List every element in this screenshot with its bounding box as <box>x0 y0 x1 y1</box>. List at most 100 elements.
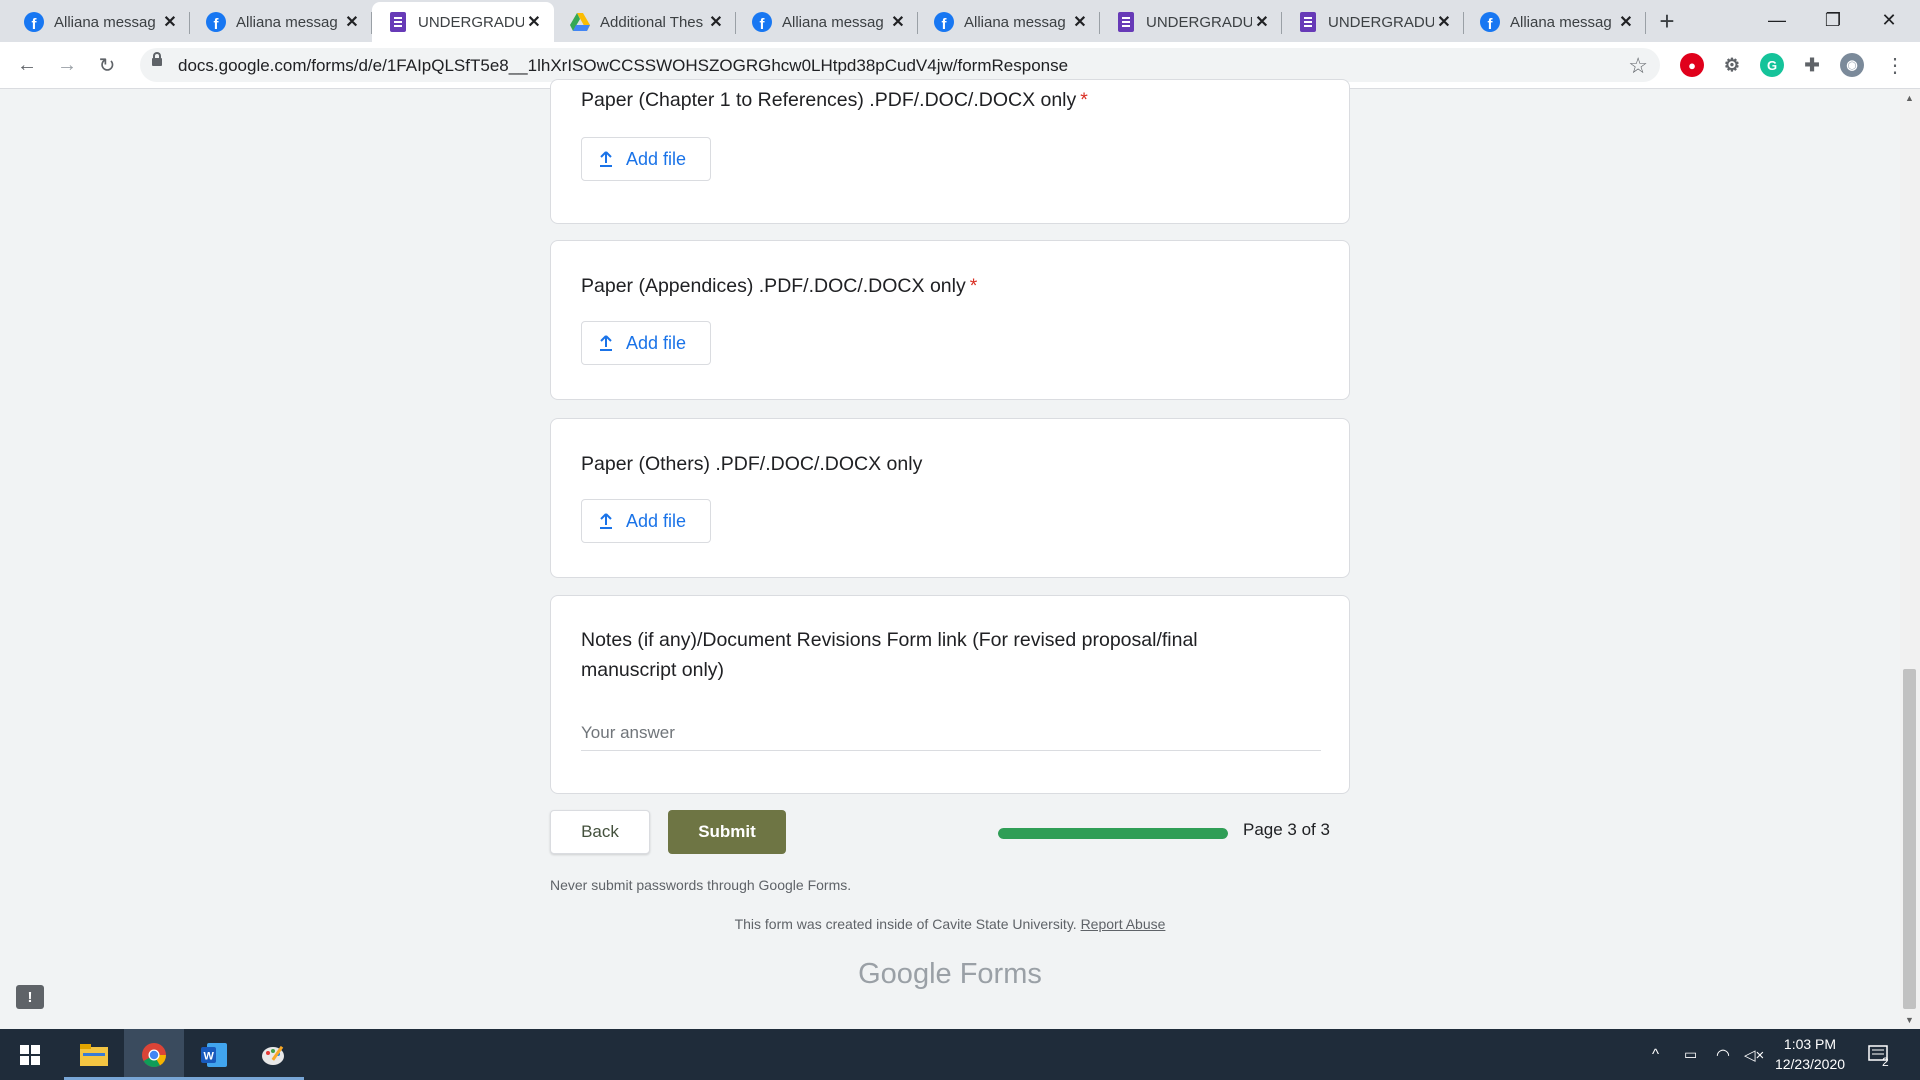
battery-icon[interactable]: ▭ <box>1684 1029 1697 1080</box>
google-forms-icon <box>388 12 408 32</box>
submit-button[interactable]: Submit <box>668 810 786 854</box>
url-text[interactable]: docs.google.com/forms/d/e/1FAIpQLSfT5e8_… <box>178 56 1068 76</box>
add-file-label: Add file <box>626 510 687 531</box>
question-title: Paper (Appendices) .PDF/.DOC/.DOCX only * <box>581 275 978 297</box>
volume-muted-icon[interactable]: ◁× <box>1744 1029 1764 1080</box>
minimize-button[interactable]: — <box>1754 4 1800 36</box>
tab-title: Alliana messag <box>964 13 1066 31</box>
grammarly-icon[interactable]: G <box>1760 53 1784 77</box>
close-tab-icon[interactable]: ✕ <box>1252 12 1272 32</box>
progress-bar <box>998 828 1228 839</box>
system-clock[interactable]: 1:03 PM 12/23/2020 <box>1765 1034 1855 1074</box>
upload-icon <box>600 151 612 167</box>
menu-kebab-icon[interactable]: ⋮ <box>1880 50 1910 80</box>
close-tab-icon[interactable]: ✕ <box>1434 12 1454 32</box>
show-hidden-icons-icon[interactable]: ^ <box>1652 1029 1659 1080</box>
file-explorer-icon[interactable] <box>64 1029 124 1080</box>
extension-icon[interactable]: ⚙ <box>1720 53 1744 77</box>
clock-date: 12/23/2020 <box>1774 1056 1846 1072</box>
tab-title: UNDERGRADU <box>1146 13 1252 31</box>
form-page: Paper (Chapter 1 to References) .PDF/.DO… <box>0 79 1900 1029</box>
windows-taskbar: W ^ ▭ ◠ ◁× 1:03 PM 12/23/2020 2 <box>0 1029 1920 1080</box>
scroll-down-arrow-icon[interactable]: ▼ <box>1905 1015 1914 1025</box>
close-tab-icon[interactable]: ✕ <box>342 12 362 32</box>
google-forms-icon <box>1116 12 1136 32</box>
question-card: Paper (Appendices) .PDF/.DOC/.DOCX only *… <box>550 240 1350 400</box>
facebook-icon: f <box>206 12 226 32</box>
tab-title: Alliana messag <box>1510 13 1612 31</box>
new-tab-button[interactable]: + <box>1654 8 1680 34</box>
add-file-label: Add file <box>626 148 687 169</box>
back-button[interactable]: Back <box>550 810 650 854</box>
reload-icon[interactable]: ↻ <box>92 50 122 80</box>
footer-text: This form was created inside of Cavite S… <box>734 916 1077 932</box>
tab-strip: f Alliana messag ✕ f Alliana messag ✕ UN… <box>0 0 1920 42</box>
scrollbar-thumb[interactable] <box>1903 669 1916 1009</box>
upload-icon <box>600 513 612 529</box>
close-tab-icon[interactable]: ✕ <box>1616 12 1636 32</box>
scroll-up-arrow-icon[interactable]: ▲ <box>1905 93 1914 103</box>
notification-center-icon[interactable]: 2 <box>1868 1029 1889 1080</box>
add-file-label: Add file <box>626 332 687 353</box>
close-tab-icon[interactable]: ✕ <box>888 12 908 32</box>
progress-bar-fill <box>998 828 1228 839</box>
close-window-button[interactable]: ✕ <box>1866 4 1912 36</box>
page-scrollbar[interactable]: ▲ ▼ <box>1900 89 1920 1029</box>
close-tab-icon[interactable]: ✕ <box>160 12 180 32</box>
browser-tab-active[interactable]: UNDERGRADU ✕ <box>372 2 554 42</box>
tab-title: Alliana messag <box>782 13 884 31</box>
add-file-button[interactable]: Add file <box>581 137 711 181</box>
add-file-button[interactable]: Add file <box>581 321 711 365</box>
close-tab-icon[interactable]: ✕ <box>706 12 726 32</box>
adblock-extension-icon[interactable]: ● <box>1680 53 1704 77</box>
notes-question-title: Notes (if any)/Document Revisions Form l… <box>581 629 1198 681</box>
browser-tab[interactable]: f Alliana messag ✕ <box>1464 2 1646 42</box>
back-arrow-icon[interactable]: ← <box>12 50 42 80</box>
question-card: Paper (Others) .PDF/.DOC/.DOCX only Add … <box>550 418 1350 578</box>
feedback-icon[interactable]: ! <box>16 985 44 1009</box>
browser-tab[interactable]: f Alliana messag ✕ <box>190 2 372 42</box>
brand-forms: Forms <box>959 958 1042 990</box>
tab-title: UNDERGRADU <box>1328 13 1434 31</box>
required-mark: * <box>969 275 978 297</box>
lock-icon <box>152 52 162 66</box>
microsoft-word-icon[interactable]: W <box>184 1029 244 1080</box>
facebook-icon: f <box>934 12 954 32</box>
facebook-icon: f <box>24 12 44 32</box>
browser-tab[interactable]: UNDERGRADU ✕ <box>1282 2 1464 42</box>
wifi-icon[interactable]: ◠ <box>1716 1029 1730 1080</box>
upload-icon <box>600 335 612 351</box>
chrome-icon[interactable] <box>124 1029 184 1080</box>
google-forms-logo[interactable]: Google Forms <box>550 958 1350 991</box>
browser-tab[interactable]: f Alliana messag ✕ <box>918 2 1100 42</box>
question-title: Paper (Chapter 1 to References) .PDF/.DO… <box>581 89 1088 111</box>
required-mark: * <box>1080 89 1088 111</box>
browser-tab[interactable]: f Alliana messag ✕ <box>736 2 918 42</box>
notification-count: 2 <box>1882 1054 1889 1069</box>
brand-google: Google <box>858 958 952 990</box>
forward-arrow-icon[interactable]: → <box>52 50 82 80</box>
facebook-icon: f <box>1480 12 1500 32</box>
address-bar[interactable]: docs.google.com/forms/d/e/1FAIpQLSfT5e8_… <box>140 48 1660 82</box>
report-abuse-link[interactable]: Report Abuse <box>1081 916 1166 932</box>
notes-answer-input[interactable] <box>581 716 1321 751</box>
add-file-button[interactable]: Add file <box>581 499 711 543</box>
browser-tab[interactable]: f Alliana messag ✕ <box>8 2 190 42</box>
form-footer: This form was created inside of Cavite S… <box>550 916 1350 932</box>
google-forms-icon <box>1298 12 1318 32</box>
browser-tab[interactable]: Additional Thes ✕ <box>554 2 736 42</box>
bookmark-star-icon[interactable]: ☆ <box>1628 53 1648 79</box>
close-tab-icon[interactable]: ✕ <box>1070 12 1090 32</box>
tab-title: Alliana messag <box>54 13 156 31</box>
profile-avatar[interactable]: ◉ <box>1840 53 1864 77</box>
tab-title: Additional Thes <box>600 13 704 31</box>
browser-tab[interactable]: UNDERGRADU ✕ <box>1100 2 1282 42</box>
question-card: Paper (Chapter 1 to References) .PDF/.DO… <box>550 79 1350 224</box>
google-drive-icon <box>570 12 590 32</box>
tab-title: UNDERGRADU <box>418 13 524 31</box>
paint-icon[interactable] <box>244 1029 304 1080</box>
windows-start-icon[interactable] <box>0 1029 60 1080</box>
restore-button[interactable]: ❐ <box>1810 4 1856 36</box>
close-tab-icon[interactable]: ✕ <box>524 12 544 32</box>
puzzle-extensions-icon[interactable]: ✚ <box>1800 53 1824 77</box>
